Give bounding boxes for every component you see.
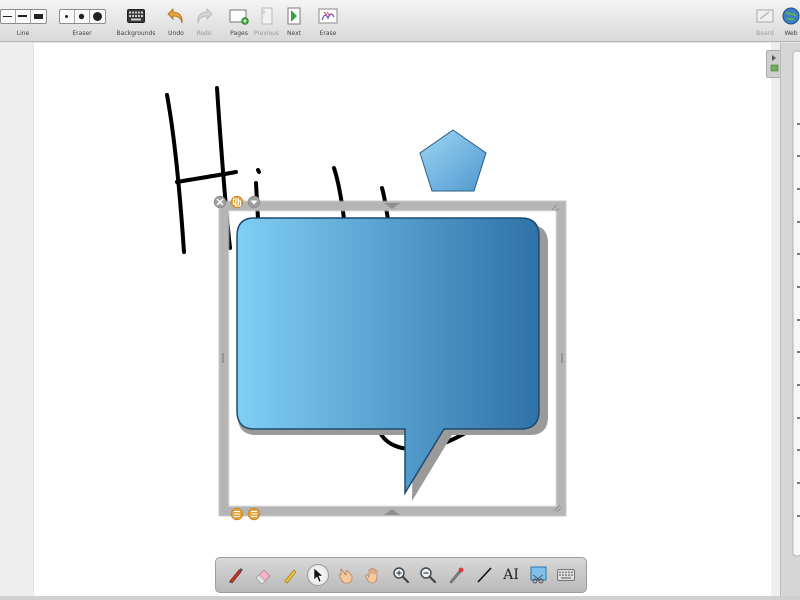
speech-bubble-shape[interactable] bbox=[236, 217, 540, 496]
line-icon bbox=[476, 567, 492, 583]
keyboard-grid-icon bbox=[127, 9, 145, 23]
web-button[interactable]: Web bbox=[782, 6, 800, 40]
undo-button[interactable]: Undo bbox=[164, 6, 188, 40]
canvas-area bbox=[0, 43, 780, 598]
eraser-tool-button[interactable] bbox=[252, 564, 274, 586]
keyboard-icon bbox=[557, 569, 576, 581]
globe-icon bbox=[782, 7, 800, 25]
next-page-button[interactable]: Next bbox=[283, 6, 305, 40]
ink-stroke-partial-1[interactable] bbox=[332, 166, 346, 221]
ink-stroke-i-dot[interactable] bbox=[256, 168, 261, 174]
whiteboard-page[interactable] bbox=[33, 43, 771, 598]
virtual-keyboard-button[interactable] bbox=[555, 564, 577, 586]
zoom-in-tool-button[interactable] bbox=[390, 564, 412, 586]
previous-page-icon bbox=[261, 7, 272, 25]
capture-tool-button[interactable] bbox=[528, 564, 550, 586]
expand-panel-icon bbox=[770, 55, 779, 72]
redo-arrow-icon bbox=[197, 8, 213, 24]
arrow-pointer-icon bbox=[314, 567, 325, 583]
eraser-label: Eraser bbox=[72, 30, 92, 37]
bottom-edge-strip bbox=[0, 596, 800, 600]
layer-handle-icon[interactable] bbox=[230, 507, 244, 521]
line-width-selector[interactable]: Line bbox=[0, 6, 47, 40]
pen-icon bbox=[228, 568, 243, 584]
next-page-icon bbox=[287, 7, 301, 25]
side-panel-scrollbar[interactable] bbox=[781, 43, 800, 600]
ink-stroke-h-bar[interactable] bbox=[175, 170, 238, 184]
highlighter-tool-button[interactable] bbox=[280, 564, 302, 586]
redo-button[interactable]: Redo bbox=[192, 6, 216, 40]
line-thick-option[interactable] bbox=[31, 10, 46, 23]
board-button[interactable]: Board bbox=[752, 6, 778, 40]
eraser-small-option[interactable] bbox=[60, 9, 75, 23]
whiteboard-drawing[interactable] bbox=[34, 43, 772, 598]
eraser-size-selector[interactable]: Eraser bbox=[57, 6, 107, 40]
right-side-panel[interactable] bbox=[780, 43, 800, 600]
previous-page-button[interactable]: Previous bbox=[253, 6, 280, 40]
erase-button[interactable]: Erase bbox=[315, 6, 341, 40]
highlighter-icon bbox=[283, 569, 297, 584]
backgrounds-button[interactable]: Backgrounds bbox=[116, 6, 156, 40]
bottom-toolbar: AI bbox=[215, 557, 587, 593]
close-handle-icon[interactable] bbox=[213, 195, 227, 209]
duplicate-handle-icon[interactable] bbox=[230, 195, 244, 209]
zoom-out-icon bbox=[420, 567, 437, 584]
pages-label: Pages bbox=[230, 30, 248, 37]
undo-arrow-icon bbox=[167, 8, 183, 24]
text-tool-label: AI bbox=[503, 567, 519, 583]
eraser-size-segments[interactable] bbox=[58, 8, 106, 24]
redo-label: Redo bbox=[196, 30, 212, 37]
hand-icon bbox=[365, 567, 378, 584]
hand-tool-button[interactable] bbox=[362, 564, 384, 586]
pentagon-shape[interactable] bbox=[419, 129, 487, 192]
erase-hand-icon bbox=[318, 8, 338, 24]
eraser-large-option[interactable] bbox=[90, 10, 105, 23]
laser-pointer-icon bbox=[449, 567, 464, 584]
top-toolbar: Line Eraser Backgrounds Undo Redo Pages … bbox=[0, 0, 800, 42]
web-label: Web bbox=[784, 30, 798, 37]
eraser-icon bbox=[255, 569, 271, 584]
pages-button[interactable]: Pages bbox=[227, 6, 251, 40]
text-tool-button[interactable]: AI bbox=[500, 564, 522, 586]
line-medium-option[interactable] bbox=[16, 9, 31, 23]
erase-label: Erase bbox=[319, 30, 337, 37]
pen-tool-button[interactable] bbox=[225, 564, 247, 586]
pointing-hand-icon bbox=[338, 568, 353, 584]
backgrounds-label: Backgrounds bbox=[116, 30, 156, 37]
capture-icon bbox=[530, 566, 547, 584]
line-label: Line bbox=[16, 30, 30, 37]
laser-pointer-tool-button[interactable] bbox=[445, 564, 467, 586]
eraser-medium-option[interactable] bbox=[75, 9, 90, 23]
undo-label: Undo bbox=[168, 30, 184, 37]
lock-handle-icon[interactable] bbox=[247, 507, 261, 521]
line-thin-option[interactable] bbox=[1, 9, 16, 23]
select-tool-button[interactable] bbox=[307, 564, 330, 586]
board-icon bbox=[756, 9, 774, 23]
zoom-in-icon bbox=[393, 567, 410, 584]
ink-stroke-h-left[interactable] bbox=[165, 93, 186, 254]
interact-tool-button[interactable] bbox=[335, 564, 357, 586]
zoom-out-tool-button[interactable] bbox=[417, 564, 439, 586]
board-label: Board bbox=[756, 30, 774, 37]
menu-handle-icon[interactable] bbox=[247, 195, 261, 209]
line-tool-button[interactable] bbox=[473, 564, 495, 586]
add-page-icon bbox=[229, 9, 249, 25]
previous-label: Previous bbox=[253, 30, 280, 37]
line-width-segments[interactable] bbox=[0, 8, 47, 24]
next-label: Next bbox=[287, 30, 301, 37]
